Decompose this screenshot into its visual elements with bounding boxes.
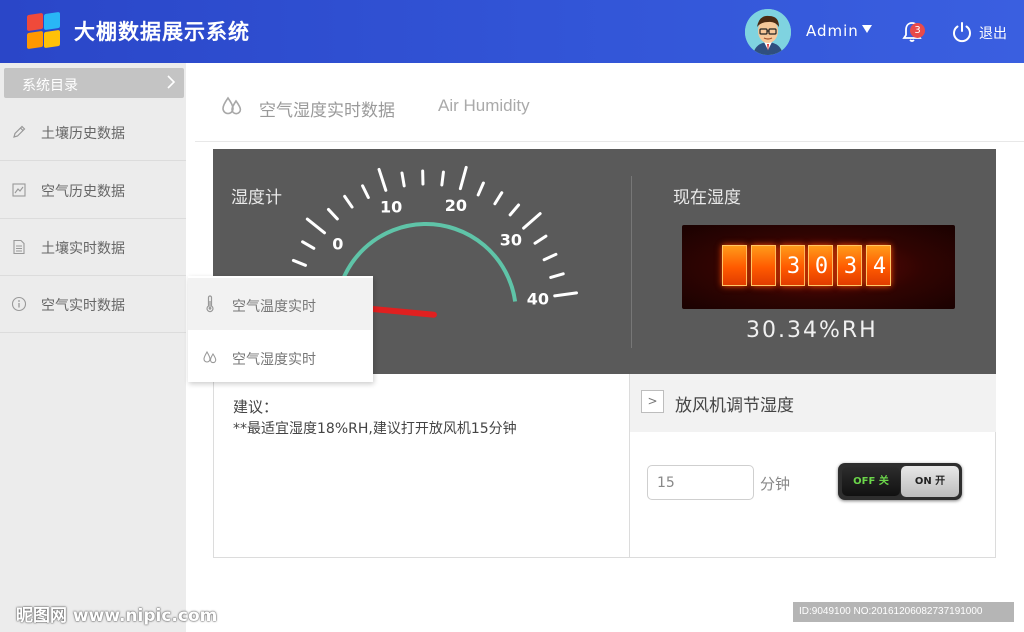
gauge-tick [326,207,339,221]
counter-digit: 0 [808,245,833,286]
gauge-tick [301,240,316,250]
toggle-off-label[interactable]: OFF 关 [842,467,900,496]
gauge-tick [343,194,354,209]
advice-title: 建议： [233,398,279,416]
gauge-tick [361,184,370,199]
gauge-tick-label: 30 [500,230,522,249]
counter-digit [722,245,747,286]
gauge-tick [400,171,406,188]
gauge-tick [508,203,521,217]
humidity-reading: 30.34%RH [746,318,878,343]
user-menu-caret-icon[interactable] [862,25,872,33]
gauge-tick-label: 20 [445,196,467,215]
fan-expand-button[interactable]: > [641,390,664,413]
logo-tile-red [27,12,43,32]
submenu-item-label: 空气湿度实时 [232,352,316,368]
app-logo-icon [24,11,61,50]
submenu-popup: 空气温度实时 空气湿度实时 [188,276,373,382]
notification-badge: 3 [910,23,925,38]
sidebar-item-label: 空气实时数据 [41,298,125,314]
title-divider [195,141,1024,142]
minutes-input[interactable] [647,465,754,500]
toggle-on-label[interactable]: ON 开 [901,466,959,497]
gauge-tick [522,212,542,230]
gauge-tick [493,191,504,206]
avatar-face-icon [745,9,791,55]
sidebar-item-label: 土壤实时数据 [41,241,125,257]
sidebar-item-label: 空气历史数据 [41,184,125,200]
counter-digit-value: 3 [786,254,801,279]
submenu-item-air-temperature[interactable]: 空气温度实时 [188,278,373,330]
gauge-tick [440,170,445,187]
counter-digit: 3 [780,245,805,286]
counter-digit-value: 0 [814,254,829,279]
gauge-tick-label: 0 [332,234,343,253]
pencil-icon [13,125,26,138]
top-header: 大棚数据展示系统 Admin 3 退出 [0,0,1024,63]
sidebar-item-soil-realtime[interactable]: 土壤实时数据 [0,219,186,276]
info-icon [11,296,27,312]
water-drops-icon [222,96,242,115]
gauge-tick [291,258,307,267]
gauge-tick-label: 10 [380,198,402,217]
current-humidity-label: 现在湿度 [673,188,741,208]
submenu-item-label: 空气温度实时 [232,299,316,315]
submenu-item-air-humidity[interactable]: 空气湿度实时 [188,331,373,383]
page-title: 空气湿度实时数据 [259,101,395,121]
advice-text: **最适宜湿度18%RH,建议打开放风机15分钟 [233,421,517,437]
gauge-tick [553,291,579,298]
sidebar-item-air-realtime[interactable]: 空气实时数据 [0,276,186,333]
sidebar-item-soil-history[interactable]: 土壤历史数据 [0,104,186,161]
fan-control-title: 放风机调节湿度 [675,396,794,416]
watermark-left: 昵图网 www.nipic.com [16,606,218,626]
water-drops-icon [203,350,217,364]
gauge-tick [305,217,326,235]
counter-digit: 23 [837,245,862,286]
counter-digit-value: 3 [843,254,858,279]
logo-tile-yellow [44,29,60,49]
line-chart-icon [12,183,26,197]
counter-digit [751,245,776,286]
watermark-right: ID:9049100 NO:20161206082737191000 [793,602,1014,622]
gauge-tick [458,165,468,191]
chevron-right-icon[interactable] [166,75,176,89]
logo-tile-green [27,30,43,50]
sidebar-header-label: 系统目录 [22,78,78,94]
user-name[interactable]: Admin [806,22,859,40]
gauge-tick [476,181,485,197]
counter-digit: 34 [866,245,891,286]
minutes-unit: 分钟 [760,475,791,493]
user-avatar[interactable] [745,9,791,55]
gauge-tick [377,167,388,192]
thermometer-icon [206,295,214,313]
counter-digit-value: 4 [872,254,887,279]
fan-toggle-switch[interactable]: OFF 关 ON 开 [838,463,962,500]
power-icon[interactable] [951,21,973,43]
sidebar-header[interactable]: 系统目录 [4,68,184,98]
gauge-tick-label: 40 [527,289,549,308]
sidebar-item-air-history[interactable]: 空气历史数据 [0,162,186,219]
sidebar: 系统目录 土壤历史数据 空气历史数据 土壤实时数据 空气实时数据 [0,63,186,632]
logo-tile-blue [44,11,60,31]
logout-link[interactable]: 退出 [979,23,1007,43]
gauge-tick [542,252,558,262]
gauge-tick [533,234,548,245]
app-title: 大棚数据展示系统 [74,20,250,44]
page-subtitle-en: Air Humidity [438,96,530,115]
gauge-tick [549,272,565,279]
document-icon [13,239,25,255]
sidebar-item-label: 土壤历史数据 [41,126,125,142]
